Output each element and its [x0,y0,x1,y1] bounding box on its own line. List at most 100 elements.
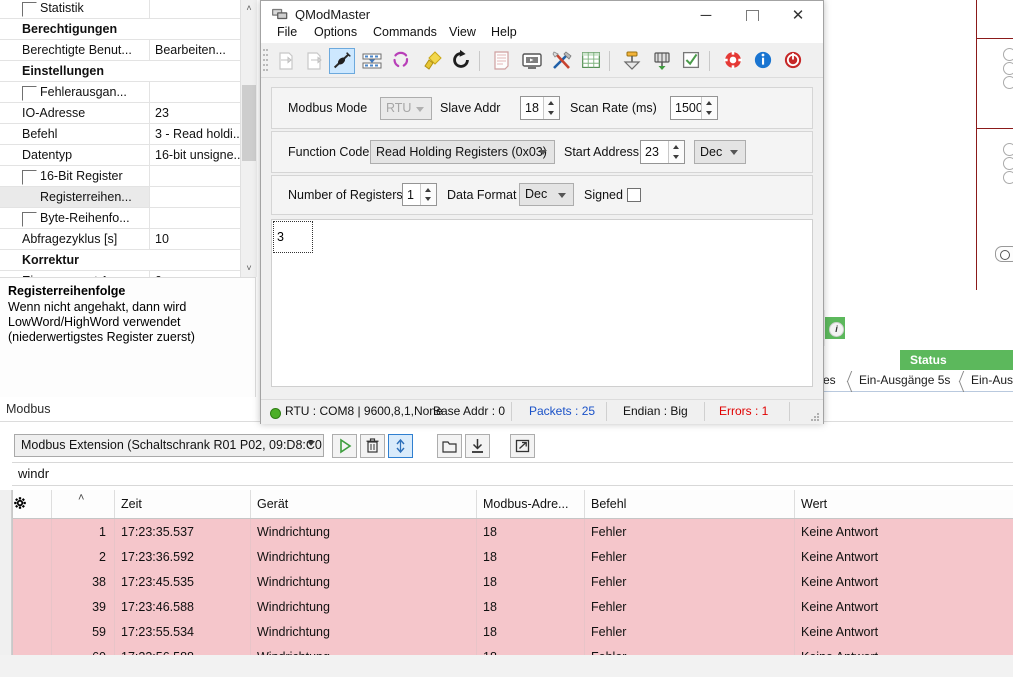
table-row[interactable]: 39 17:23:46.588 Windrichtung 18 Fehler Keine … [13,594,1013,619]
register-value-cell[interactable]: 3 [273,221,313,253]
signed-checkbox[interactable] [627,188,641,202]
property-row[interactable]: Berechtigungen [0,19,240,40]
property-value[interactable]: 10 [150,229,240,250]
search-input[interactable]: windr [12,462,1013,486]
property-grid-scrollbar[interactable]: ˄ ˅ [240,0,257,277]
property-value[interactable] [150,0,240,19]
background-status-tab[interactable]: Status [900,350,1013,370]
property-value[interactable]: 3 - Read holdi... [150,124,240,145]
toolbar-grip-icon[interactable] [263,48,269,74]
menu-file[interactable]: File [269,23,305,41]
popout-button[interactable] [510,434,535,458]
number-of-registers-input[interactable]: 1 [402,183,437,206]
bus-monitor-icon[interactable] [519,48,545,74]
table-settings-header[interactable] [13,490,52,519]
property-value[interactable] [150,208,240,229]
qmodmaster-window[interactable]: QModMaster ─ ✕ File Options Commands Vie… [260,0,824,424]
spinner-buttons[interactable] [701,97,717,119]
table-header-modbus-adresse[interactable]: Modbus-Adre... [476,490,585,519]
property-row[interactable]: Befehl 3 - Read holdi... [0,124,240,145]
open-folder-button[interactable] [437,434,462,458]
open-file-icon[interactable] [273,48,299,74]
property-row[interactable]: Fehlerausgan... [0,82,240,103]
reset-icon[interactable] [449,48,475,74]
property-row[interactable]: Byte-Reihenfo... [0,208,240,229]
table-header-befehl[interactable]: Befehl [584,490,795,519]
table-row[interactable]: 1 17:23:35.537 Windrichtung 18 Fehler Keine A… [13,518,1013,544]
menu-view[interactable]: View [441,23,484,41]
about-icon[interactable] [751,48,777,74]
table-header-zeit[interactable]: Zeit [114,490,251,519]
connect-icon[interactable] [329,48,355,74]
background-tab-2[interactable]: Ein-Ausgän [971,373,1013,387]
table-row[interactable]: 38 17:23:45.535 Windrichtung 18 Fehler Keine … [13,569,1013,594]
table-row[interactable]: 59 17:23:55.534 Windrichtung 18 Fehler Keine … [13,619,1013,644]
spinner-buttons[interactable] [543,97,559,119]
background-circle [1003,171,1013,184]
property-row[interactable]: iRegisterreihen... [0,187,240,208]
property-value[interactable] [150,166,240,187]
gear-icon [14,496,26,509]
tools-icon[interactable] [549,48,575,74]
resize-grip[interactable] [810,412,820,422]
property-value[interactable]: Bearbeiten... [150,40,240,61]
scroll-up-arrow-icon[interactable]: ˄ [241,0,257,17]
property-value[interactable]: 16-bit unsigne... [150,145,240,166]
menu-help[interactable]: Help [483,23,525,41]
address-base-select[interactable]: Dec [694,140,746,164]
description-line: Wenn nicht angehakt, dann wird [8,300,187,314]
background-tab-1[interactable]: Ein-Ausgänge 5s [859,373,950,387]
save-file-icon[interactable] [301,48,327,74]
quit-icon[interactable] [781,48,807,74]
function-code-select[interactable]: Read Holding Registers (0x03) [370,140,555,164]
menu-commands[interactable]: Commands [365,23,445,41]
property-row[interactable]: 16-Bit Register [0,166,240,187]
master-icon[interactable] [619,48,645,74]
log-icon[interactable] [489,48,515,74]
slave-addr-input[interactable]: 18 [520,96,560,120]
property-value[interactable] [150,82,240,103]
property-row[interactable]: IO-Adresse 23 [0,103,240,124]
property-row[interactable]: Abfragezyklus [s] 10 [0,229,240,250]
support-icon[interactable] [721,48,747,74]
scan-rate-input[interactable]: 1500 [670,96,718,120]
spinner-buttons[interactable] [420,184,436,205]
scrollbar-thumb[interactable] [242,85,256,161]
table-header-wert[interactable]: Wert [794,490,1013,519]
modbus-settings-icon[interactable] [359,48,385,74]
cell-spacer [13,569,52,594]
property-value[interactable]: 23 [150,103,240,124]
property-value[interactable] [150,187,240,208]
property-grid[interactable]: Statistik Berechtigungen Berechtigte Benut… [0,0,240,277]
table-header-geraet[interactable]: Gerät [250,490,477,519]
data-format-select[interactable]: Dec [519,183,574,206]
property-row[interactable]: Statistik [0,0,240,19]
background-circle [1003,76,1013,89]
slave-icon[interactable] [649,48,675,74]
play-button[interactable] [332,434,357,458]
scroll-down-arrow-icon[interactable]: ˅ [241,260,257,277]
table-header-id[interactable]: ˄ [51,490,115,519]
clear-icon[interactable] [419,48,445,74]
modbus-extension-select[interactable]: Modbus Extension (Schaltschrank R01 P02,… [14,434,324,457]
background-toggle-button[interactable] [995,246,1013,262]
log-table-container[interactable]: ˄ Zeit Gerät Modbus-Adre... Befehl Wert … [12,490,1013,677]
property-row[interactable]: Datentyp 16-bit unsigne... [0,145,240,166]
property-row[interactable]: Einstellungen [0,61,240,82]
download-button[interactable] [465,434,490,458]
register-values-area[interactable]: 3 [271,219,813,387]
slave-addr-label: Slave Addr [440,101,501,115]
table-row[interactable]: 2 17:23:36.592 Windrichtung 18 Fehler Keine A… [13,544,1013,569]
delete-button[interactable] [360,434,385,458]
spinner-buttons[interactable] [668,141,684,163]
refresh-loop-icon[interactable] [389,48,415,74]
start-address-input[interactable]: 23 [640,140,685,164]
table-view-icon[interactable] [579,48,605,74]
modbus-mode-select[interactable]: RTU [380,97,432,120]
menu-options[interactable]: Options [306,23,365,41]
checkbox-icon[interactable] [679,48,705,74]
sort-toggle-button[interactable] [388,434,413,458]
table-header-row: ˄ Zeit Gerät Modbus-Adre... Befehl Wert … [13,490,1013,519]
property-row[interactable]: Berechtigte Benut... Bearbeiten... [0,40,240,61]
property-row[interactable]: Korrektur [0,250,240,271]
